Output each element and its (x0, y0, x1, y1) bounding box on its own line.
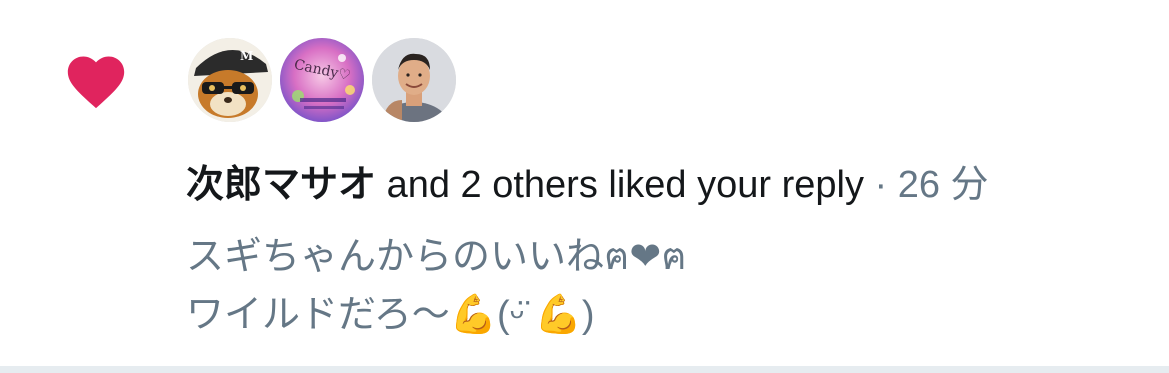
avatar[interactable]: M (188, 38, 272, 122)
like-notification[interactable]: M Candy♡ 次郎マサオ and 2 others liked your r… (0, 0, 1169, 366)
avatar-cap-letter: M (240, 49, 253, 63)
timestamp: 26 分 (897, 164, 989, 206)
avatar[interactable]: Candy♡ (280, 38, 364, 122)
separator: · (863, 164, 898, 206)
action-text: and 2 others liked your reply (376, 164, 864, 206)
reply-preview: スギちゃんからのいいねฅ❤ฅ ワイルドだろ〜💪(ᵕ̈ 💪) (186, 228, 687, 344)
avatar[interactable] (372, 38, 456, 122)
heart-icon (67, 56, 125, 109)
reply-line: ワイルドだろ〜💪(ᵕ̈ 💪) (186, 294, 595, 336)
liker-avatars: M Candy♡ (188, 38, 456, 122)
divider (0, 366, 1169, 373)
actor-name[interactable]: 次郎マサオ (186, 164, 376, 206)
notification-headline: 次郎マサオ and 2 others liked your reply · 26… (186, 162, 989, 208)
reply-line: スギちゃんからのいいねฅ❤ฅ (186, 236, 687, 278)
